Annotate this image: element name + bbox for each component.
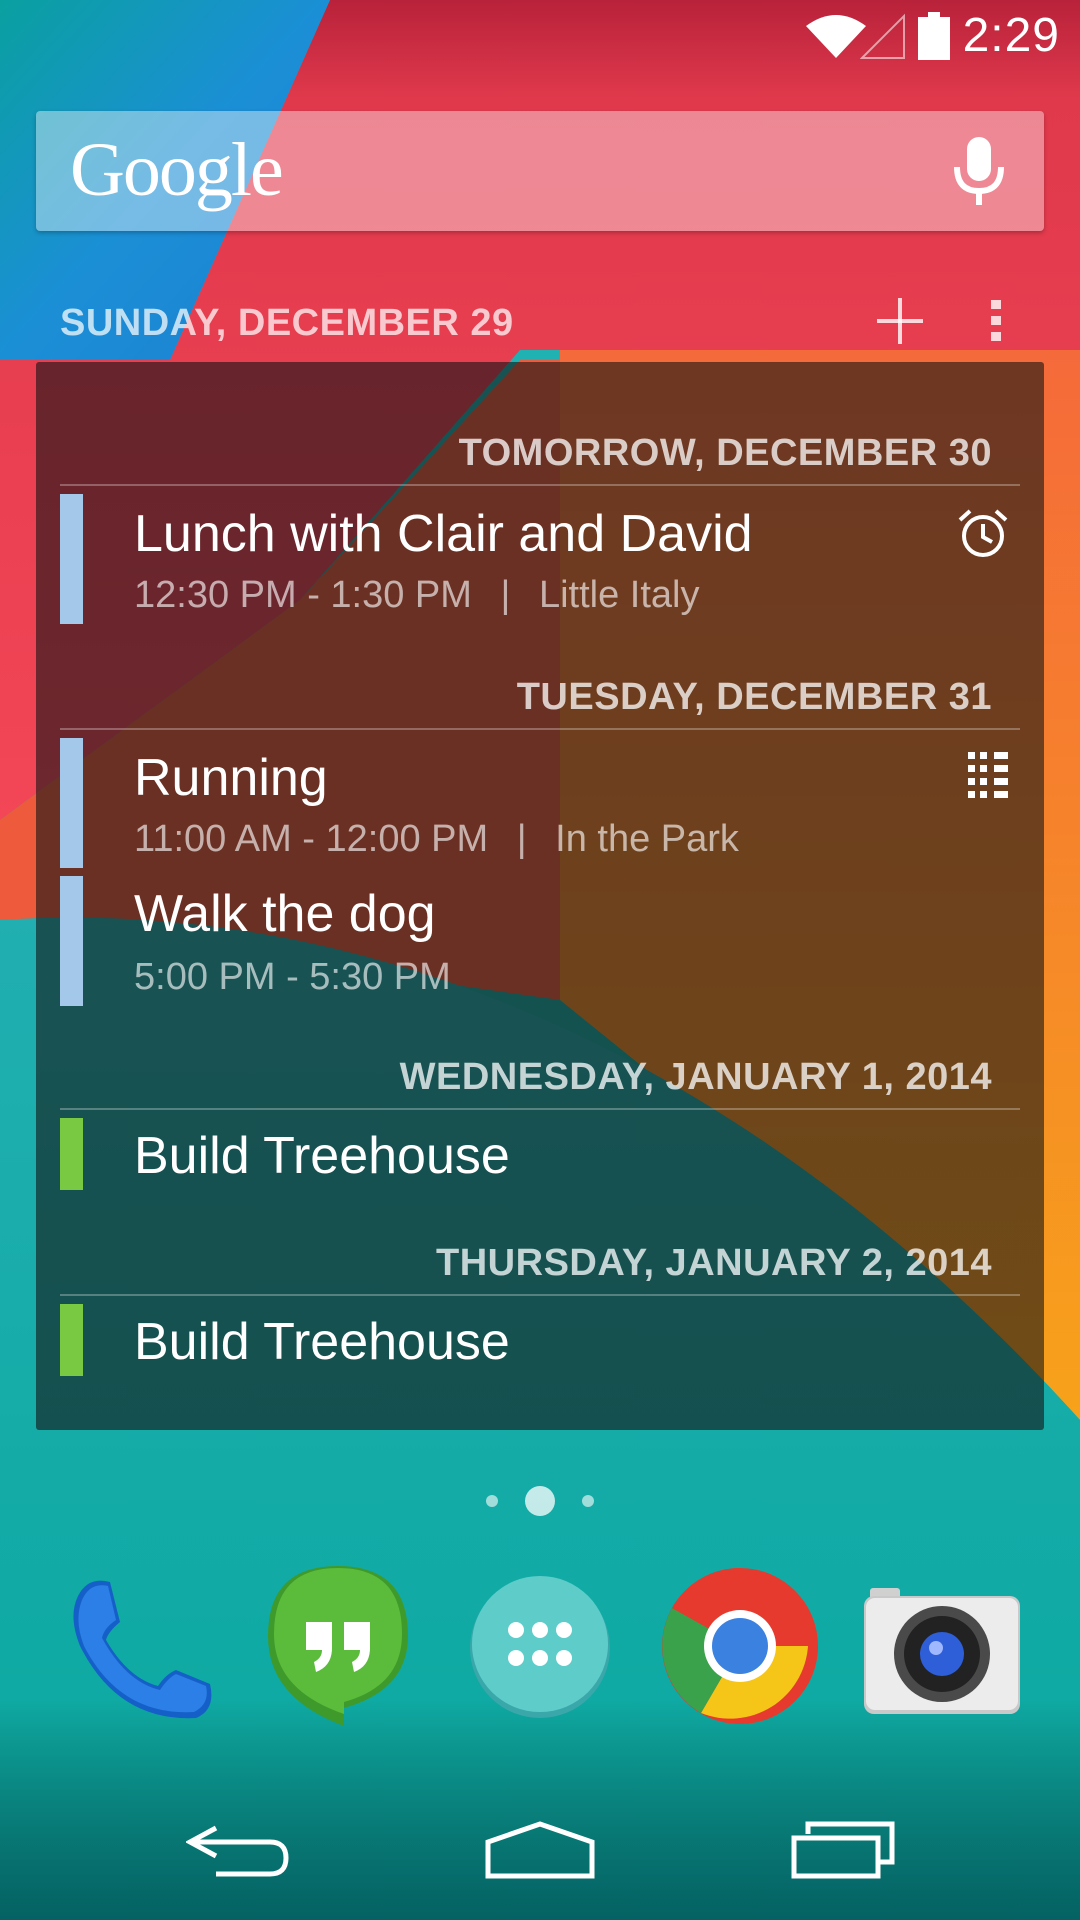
event-item[interactable]: Running 11:00 AM - 12:00 PM | In the Par… [60, 738, 1020, 868]
event-time: 11:00 AM - 12:00 PM [134, 818, 489, 860]
microphone-icon[interactable] [954, 137, 1004, 207]
app-drawer-icon [470, 1576, 610, 1718]
page-dot [582, 1495, 594, 1507]
phone-app[interactable] [58, 1566, 218, 1726]
plus-icon[interactable] [876, 296, 924, 346]
page-indicator [0, 1486, 1080, 1516]
phone-icon [73, 1580, 212, 1719]
event-time: 12:30 PM - 1:30 PM [134, 574, 472, 616]
google-search-bar[interactable]: Google [36, 111, 1044, 231]
back-icon[interactable] [186, 1820, 290, 1880]
google-logo: Google [70, 128, 284, 212]
event-details: 12:30 PM - 1:30 PM | Little Italy [134, 574, 699, 617]
event-item[interactable]: Walk the dog 5:00 PM - 5:30 PM [60, 876, 1020, 1006]
battery-icon [918, 12, 950, 60]
event-location: In the Park [555, 818, 739, 860]
event-color-bar [60, 494, 83, 624]
app-drawer-button[interactable] [460, 1566, 620, 1726]
chrome-icon [662, 1568, 818, 1724]
event-title: Running [134, 749, 328, 807]
hangouts-app[interactable] [258, 1566, 418, 1726]
event-color-bar [60, 876, 83, 1006]
status-bar: 2:29 [0, 0, 1080, 76]
recurring-grid-icon [968, 752, 1008, 798]
calendar-widget: TOMORROW, DECEMBER 30 Lunch with Clair a… [36, 362, 1044, 1430]
navigation-bar [0, 1790, 1080, 1920]
camera-app[interactable] [862, 1566, 1022, 1726]
event-location: Little Italy [538, 574, 700, 616]
separator: | [516, 818, 527, 860]
status-time: 2:29 [962, 9, 1060, 62]
event-color-bar [60, 738, 83, 868]
event-title: Build Treehouse [134, 1313, 510, 1371]
day-divider [60, 484, 1020, 486]
event-item[interactable]: Build Treehouse [60, 1304, 1020, 1376]
event-color-bar [60, 1118, 83, 1190]
event-item[interactable]: Build Treehouse [60, 1118, 1020, 1190]
camera-icon [864, 1588, 1020, 1714]
wifi-icon [806, 15, 866, 58]
event-details: 11:00 AM - 12:00 PM | In the Park [134, 818, 739, 861]
event-item[interactable]: Lunch with Clair and David 12:30 PM - 1:… [60, 494, 1020, 624]
signal-icon [860, 13, 905, 59]
recents-icon[interactable] [790, 1820, 896, 1880]
chrome-app[interactable] [660, 1566, 820, 1726]
day-header: TOMORROW, DECEMBER 30 [458, 432, 992, 474]
day-divider [60, 1294, 1020, 1296]
day-header: WEDNESDAY, JANUARY 1, 2014 [399, 1056, 992, 1098]
alarm-icon [958, 509, 1008, 557]
day-header: THURSDAY, JANUARY 2, 2014 [436, 1242, 992, 1284]
event-title: Build Treehouse [134, 1127, 510, 1185]
event-time: 5:00 PM - 5:30 PM [134, 956, 451, 998]
hangouts-icon [268, 1566, 408, 1726]
separator: | [500, 574, 511, 616]
event-title: Walk the dog [134, 885, 436, 943]
home-icon[interactable] [484, 1820, 596, 1880]
page-dot-current [525, 1486, 555, 1516]
page-dot [486, 1495, 498, 1507]
calendar-header-date[interactable]: SUNDAY, DECEMBER 29 [60, 302, 514, 345]
more-vertical-icon[interactable] [986, 296, 1006, 346]
day-divider [60, 728, 1020, 730]
day-divider [60, 1108, 1020, 1110]
day-header: TUESDAY, DECEMBER 31 [516, 676, 992, 718]
event-color-bar [60, 1304, 83, 1376]
event-title: Lunch with Clair and David [134, 505, 753, 563]
